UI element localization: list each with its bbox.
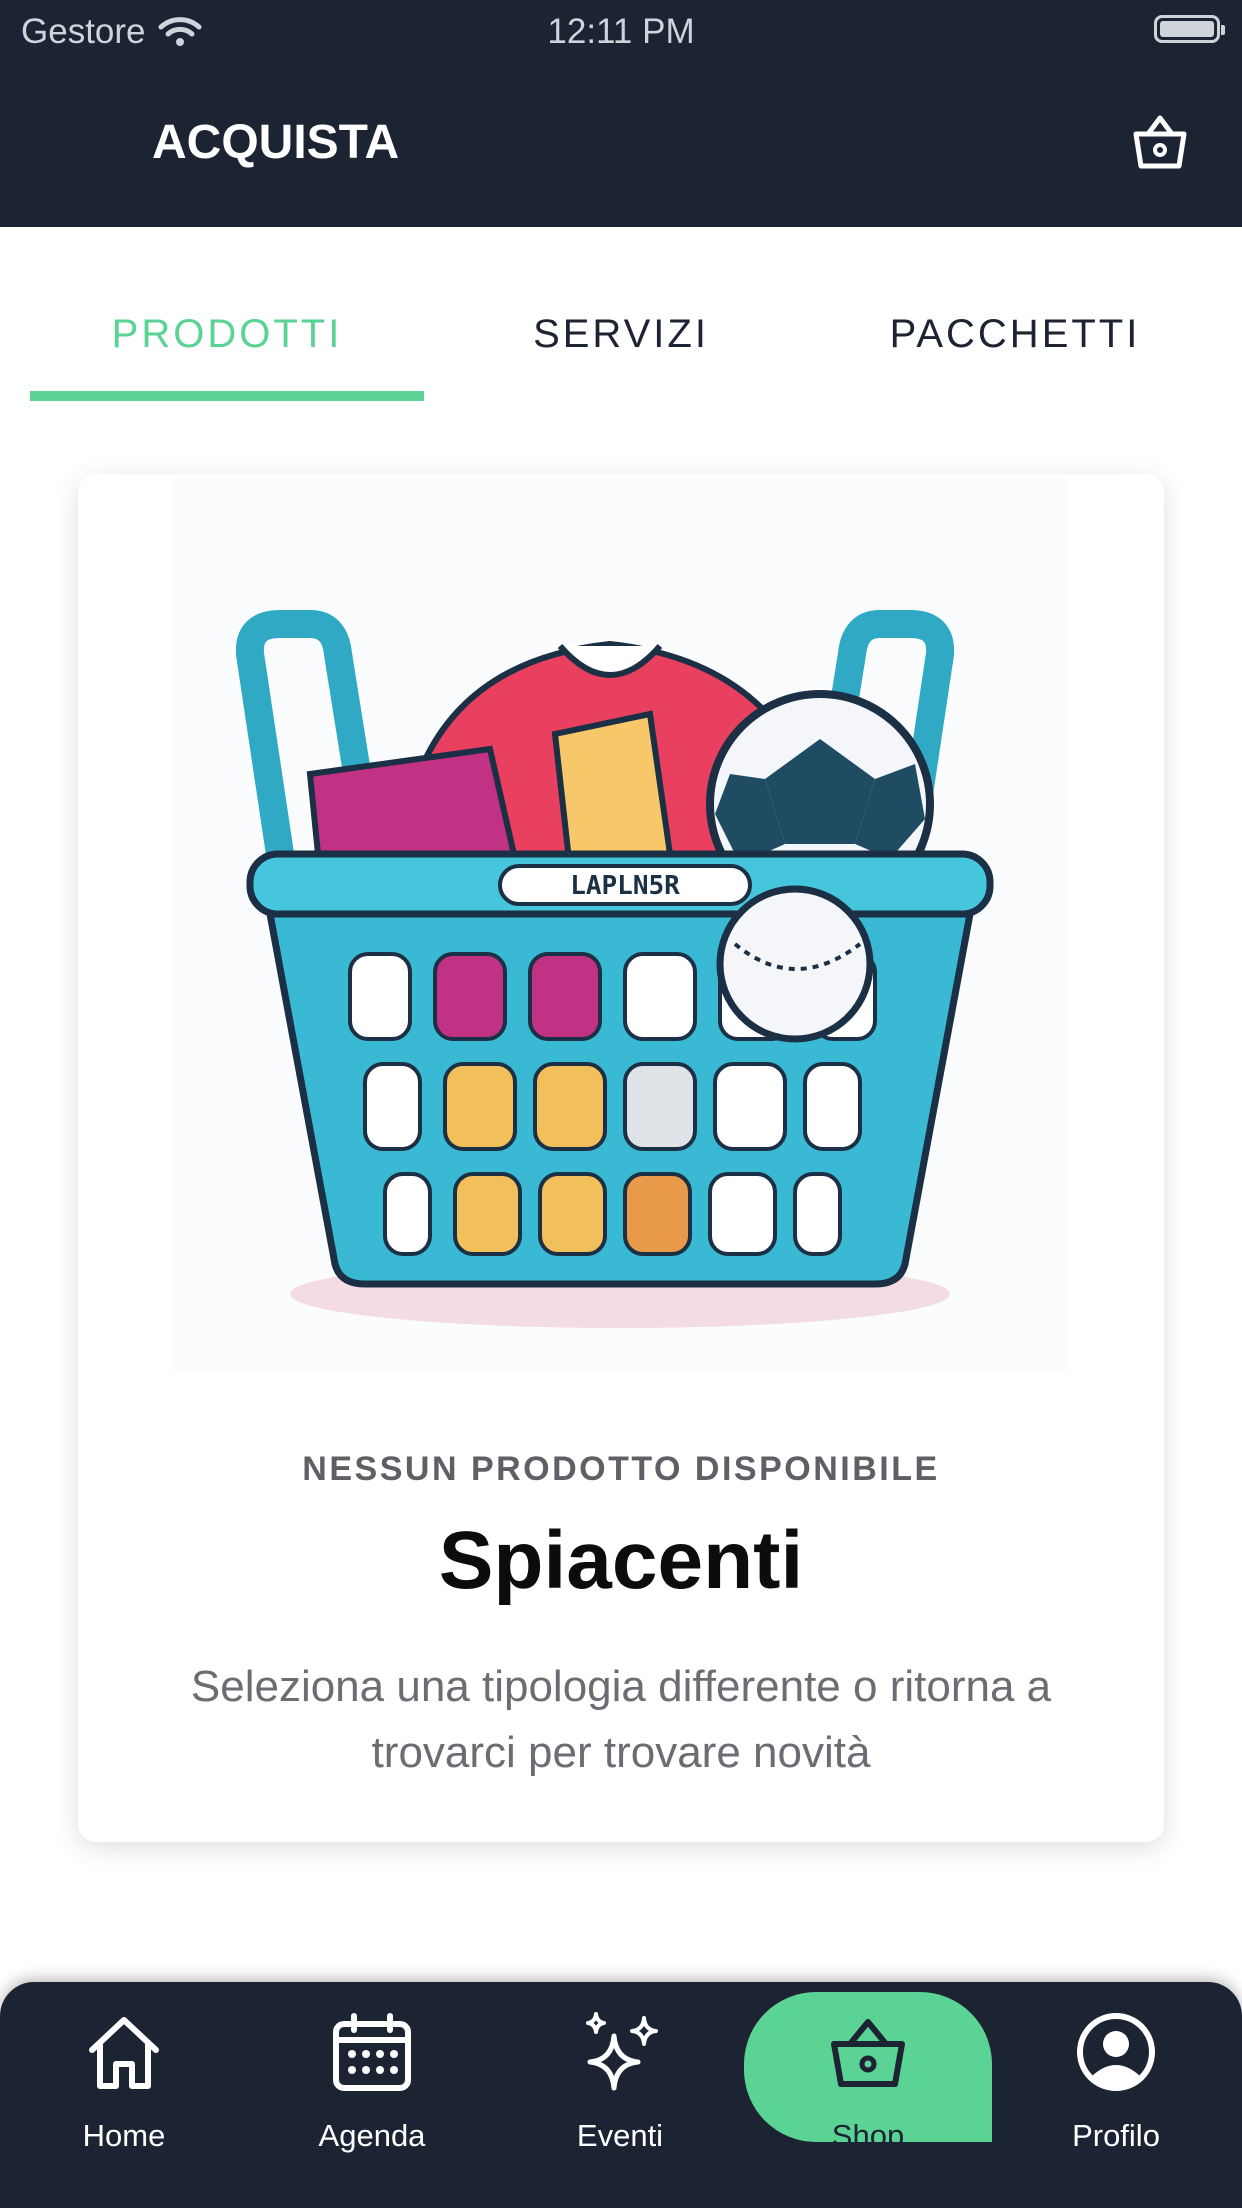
nav-home[interactable]: Home (0, 2004, 248, 2154)
empty-state-message: Seleziona una tipologia differente o rit… (190, 1662, 1052, 1777)
empty-state-subtitle: NESSUN PRODOTTO DISPONIBILE (302, 1450, 940, 1488)
shopping-basket-illustration: LAPLN5R (170, 474, 1070, 1374)
page-title: ACQUISTA (152, 116, 400, 169)
tab-servizi[interactable]: SERVIZI (424, 312, 818, 357)
basket-icon[interactable] (1126, 108, 1194, 176)
basket-icon (831, 2019, 905, 2087)
user-circle-icon (1077, 2013, 1155, 2091)
category-tabs: PRODOTTI SERVIZI PACCHETTI (0, 227, 1242, 407)
nav-profilo[interactable]: Profilo (992, 2004, 1240, 2154)
bottom-navigation: Home Agenda Eventi Shop Profilo (0, 1982, 1242, 2208)
battery-icon (1154, 15, 1225, 43)
basket-label: LAPLN5R (570, 871, 680, 901)
tab-prodotti[interactable]: PRODOTTI (30, 312, 424, 357)
sparkles-icon (586, 2012, 658, 2091)
empty-state-title: Spiacenti (438, 1515, 804, 1606)
nav-shop[interactable]: Shop (744, 1992, 992, 2154)
active-tab-indicator (30, 391, 424, 401)
nav-shop-label: Shop (831, 2118, 905, 2153)
nav-agenda-label: Agenda (318, 2118, 426, 2153)
nav-home-label: Home (82, 2118, 166, 2153)
nav-eventi[interactable]: Eventi (496, 2004, 744, 2154)
tab-pacchetti[interactable]: PACCHETTI (818, 312, 1212, 357)
home-icon (89, 2017, 159, 2089)
nav-eventi-label: Eventi (576, 2118, 664, 2153)
calendar-icon (333, 2013, 411, 2091)
empty-state-card: LAPLN5R NESSUN PRODOTTO DISPONIBILE Spia… (78, 474, 1164, 1842)
status-time: 12:11 PM (547, 12, 695, 51)
nav-profilo-label: Profilo (1072, 2118, 1160, 2153)
app-header: Gestore 12:11 PM ACQUISTA (0, 0, 1242, 227)
nav-agenda[interactable]: Agenda (248, 2004, 496, 2154)
